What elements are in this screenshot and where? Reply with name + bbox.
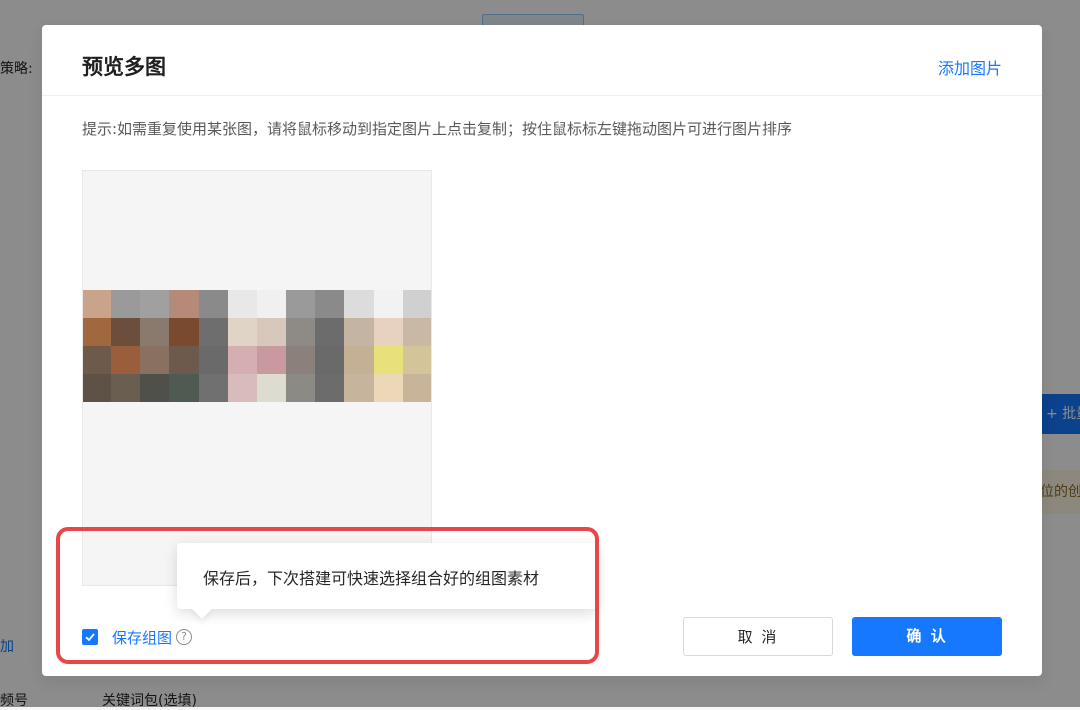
save-group-row: 保存组图 ? <box>82 627 193 648</box>
save-group-label[interactable]: 保存组图 <box>112 627 172 648</box>
save-group-tooltip: 保存后，下次搭建可快速选择组合好的组图素材 <box>177 543 597 619</box>
question-circle-icon[interactable]: ? <box>176 629 193 645</box>
confirm-button[interactable]: 确 认 <box>852 617 1002 656</box>
modal-header: 预览多图 添加图片 <box>42 25 1042 96</box>
modal-title: 预览多图 <box>82 55 166 79</box>
cancel-button[interactable]: 取 消 <box>683 617 833 656</box>
image-card-border <box>82 170 432 586</box>
hint-text: 提示:如需重复使用某张图，请将鼠标移动到指定图片上点击复制；按住鼠标标左键拖动图… <box>82 120 793 138</box>
checkbox-checked-icon[interactable] <box>82 629 98 645</box>
tooltip-arrow <box>192 599 212 619</box>
add-image-link[interactable]: 添加图片 <box>938 55 1002 79</box>
tooltip-text: 保存后，下次搭建可快速选择组合好的组图素材 <box>203 569 540 588</box>
preview-images-modal: 预览多图 添加图片 提示:如需重复使用某张图，请将鼠标移动到指定图片上点击复制；… <box>42 25 1042 676</box>
